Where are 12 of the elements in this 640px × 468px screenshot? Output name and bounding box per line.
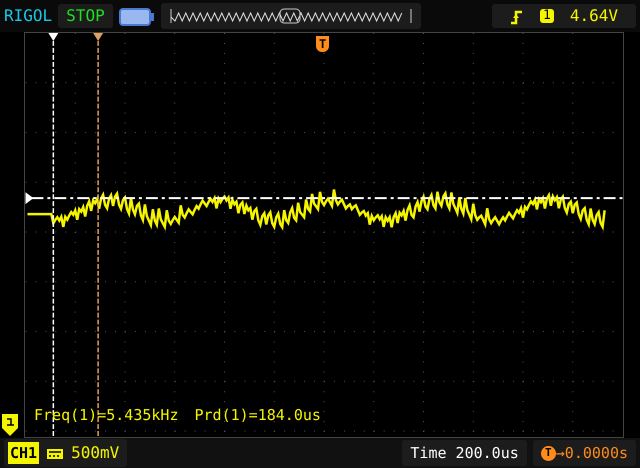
- brand-logo: RIGOL: [4, 8, 52, 24]
- measurement-readout: Prd(1)=184.0us: [194, 405, 321, 426]
- timebase-readout: Time 200.0us: [402, 440, 527, 466]
- trigger-offset: →0.0000s: [556, 442, 628, 464]
- channel-label: CH1: [8, 442, 40, 464]
- trigger-position-marker: T: [316, 36, 330, 52]
- measurement-readout: Freq(1)=5.435kHz: [34, 405, 178, 426]
- trigger-source-badge: 1: [540, 8, 554, 24]
- trigger-offset-badge: T: [540, 446, 556, 460]
- trigger-level: 4.64V: [570, 7, 618, 25]
- vertical-scale: 500mV: [71, 442, 120, 464]
- run-state: STOP: [58, 4, 113, 28]
